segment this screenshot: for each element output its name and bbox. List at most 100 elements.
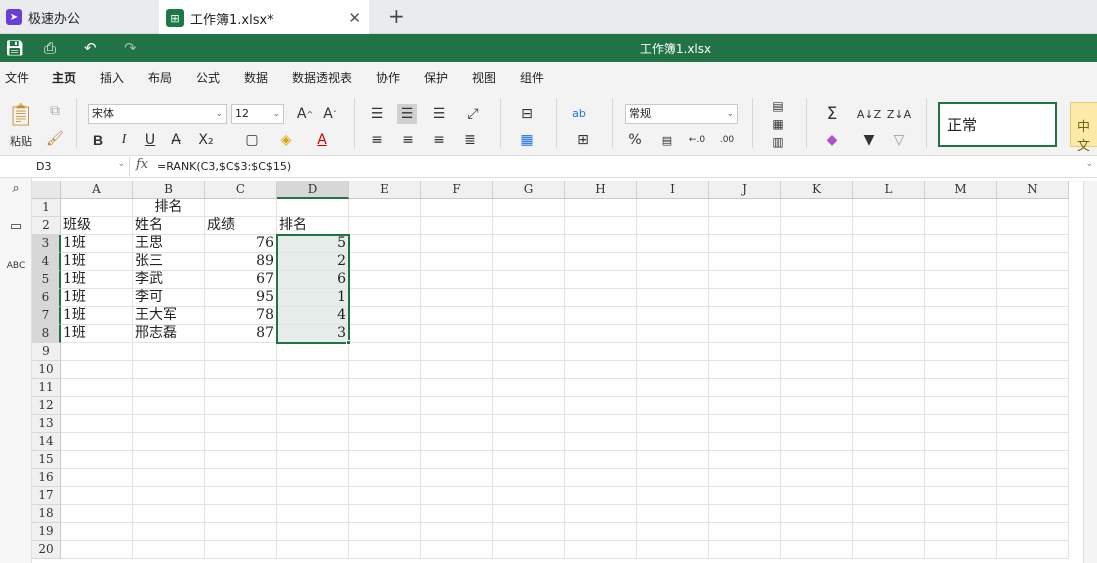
cell-j11[interactable] — [709, 379, 781, 397]
cell-f6[interactable] — [421, 289, 493, 307]
cell-f13[interactable] — [421, 415, 493, 433]
cell-a10[interactable] — [61, 361, 133, 379]
insert-table-icon[interactable]: ⊞ — [568, 130, 598, 150]
cell-j9[interactable] — [709, 343, 781, 361]
cell-c4[interactable]: 89 — [205, 253, 277, 271]
cell-i7[interactable] — [637, 307, 709, 325]
cell-m4[interactable] — [925, 253, 997, 271]
cell-c17[interactable] — [205, 487, 277, 505]
cell-a19[interactable] — [61, 523, 133, 541]
cell-b12[interactable] — [133, 397, 205, 415]
cell-m16[interactable] — [925, 469, 997, 487]
cell-b8[interactable]: 邢志磊 — [133, 325, 205, 343]
cell-g14[interactable] — [493, 433, 565, 451]
cell-h17[interactable] — [565, 487, 637, 505]
cell-j13[interactable] — [709, 415, 781, 433]
cell-g13[interactable] — [493, 415, 565, 433]
cell-j15[interactable] — [709, 451, 781, 469]
cell-j2[interactable] — [709, 217, 781, 235]
cell-b13[interactable] — [133, 415, 205, 433]
row-header-9[interactable]: 9 — [32, 343, 61, 361]
cell-d15[interactable] — [277, 451, 349, 469]
cell-d2[interactable]: 排名 — [277, 217, 349, 235]
cell-n18[interactable] — [997, 505, 1069, 523]
row-header-14[interactable]: 14 — [32, 433, 61, 451]
cell-e3[interactable] — [349, 235, 421, 253]
cell-k6[interactable] — [781, 289, 853, 307]
cell-a1[interactable] — [61, 199, 133, 217]
column-header-j[interactable]: J — [709, 181, 781, 199]
cell-i14[interactable] — [637, 433, 709, 451]
cell-e19[interactable] — [349, 523, 421, 541]
cell-a13[interactable] — [61, 415, 133, 433]
cell-d20[interactable] — [277, 541, 349, 559]
wrap-text-icon[interactable]: ⊟ — [512, 104, 542, 124]
cell-n3[interactable] — [997, 235, 1069, 253]
cell-k16[interactable] — [781, 469, 853, 487]
cell-e4[interactable] — [349, 253, 421, 271]
increase-decimal-icon[interactable]: ←.0 — [686, 130, 708, 150]
cell-l10[interactable] — [853, 361, 925, 379]
cell-i17[interactable] — [637, 487, 709, 505]
cell-d8[interactable]: 3 — [277, 325, 349, 343]
cell-m12[interactable] — [925, 397, 997, 415]
cell-i8[interactable] — [637, 325, 709, 343]
cell-m17[interactable] — [925, 487, 997, 505]
column-header-n[interactable]: N — [997, 181, 1069, 199]
cell-n15[interactable] — [997, 451, 1069, 469]
cell-m9[interactable] — [925, 343, 997, 361]
column-header-b[interactable]: B — [133, 181, 205, 199]
cell-k7[interactable] — [781, 307, 853, 325]
cell-n5[interactable] — [997, 271, 1069, 289]
cell-h19[interactable] — [565, 523, 637, 541]
cell-f3[interactable] — [421, 235, 493, 253]
decrease-decimal-icon[interactable]: .00 — [716, 130, 738, 150]
percent-button[interactable]: % — [625, 130, 645, 150]
cell-b7[interactable]: 王大军 — [133, 307, 205, 325]
cell-e20[interactable] — [349, 541, 421, 559]
cell-b10[interactable] — [133, 361, 205, 379]
cell-k10[interactable] — [781, 361, 853, 379]
cell-b5[interactable]: 李武 — [133, 271, 205, 289]
border-icon[interactable]: ▢ — [238, 130, 266, 150]
cell-m18[interactable] — [925, 505, 997, 523]
cell-c8[interactable]: 87 — [205, 325, 277, 343]
cell-a9[interactable] — [61, 343, 133, 361]
cell-j6[interactable] — [709, 289, 781, 307]
accounting-format-icon[interactable]: ▤ — [652, 130, 682, 150]
cell-m6[interactable] — [925, 289, 997, 307]
cell-c2[interactable]: 成绩 — [205, 217, 277, 235]
cell-j8[interactable] — [709, 325, 781, 343]
cell-m13[interactable] — [925, 415, 997, 433]
cell-g19[interactable] — [493, 523, 565, 541]
cell-b9[interactable] — [133, 343, 205, 361]
cell-d19[interactable] — [277, 523, 349, 541]
row-header-10[interactable]: 10 — [32, 361, 61, 379]
cell-b18[interactable] — [133, 505, 205, 523]
cell-c6[interactable]: 95 — [205, 289, 277, 307]
underline-button[interactable]: U — [140, 130, 160, 150]
align-right-icon[interactable]: ≡ — [428, 130, 450, 150]
row-header-13[interactable]: 13 — [32, 415, 61, 433]
cell-k15[interactable] — [781, 451, 853, 469]
function-icon[interactable]: fx — [136, 157, 148, 172]
column-header-h[interactable]: H — [565, 181, 637, 199]
close-tab-icon[interactable]: ✕ — [348, 9, 361, 27]
cell-g2[interactable] — [493, 217, 565, 235]
menu-file[interactable]: 文件 — [5, 69, 29, 86]
cell-n11[interactable] — [997, 379, 1069, 397]
cell-a6[interactable]: 1班 — [61, 289, 133, 307]
cell-i2[interactable] — [637, 217, 709, 235]
cell-l12[interactable] — [853, 397, 925, 415]
row-header-3[interactable]: 3 — [32, 235, 61, 253]
cell-g1[interactable] — [493, 199, 565, 217]
cell-h9[interactable] — [565, 343, 637, 361]
merge-cells-icon[interactable]: ▦ — [512, 130, 542, 150]
cell-h16[interactable] — [565, 469, 637, 487]
cell-m19[interactable] — [925, 523, 997, 541]
cell-f11[interactable] — [421, 379, 493, 397]
search-icon[interactable]: ⌕ — [4, 178, 28, 198]
cell-i10[interactable] — [637, 361, 709, 379]
cell-g16[interactable] — [493, 469, 565, 487]
cell-i5[interactable] — [637, 271, 709, 289]
